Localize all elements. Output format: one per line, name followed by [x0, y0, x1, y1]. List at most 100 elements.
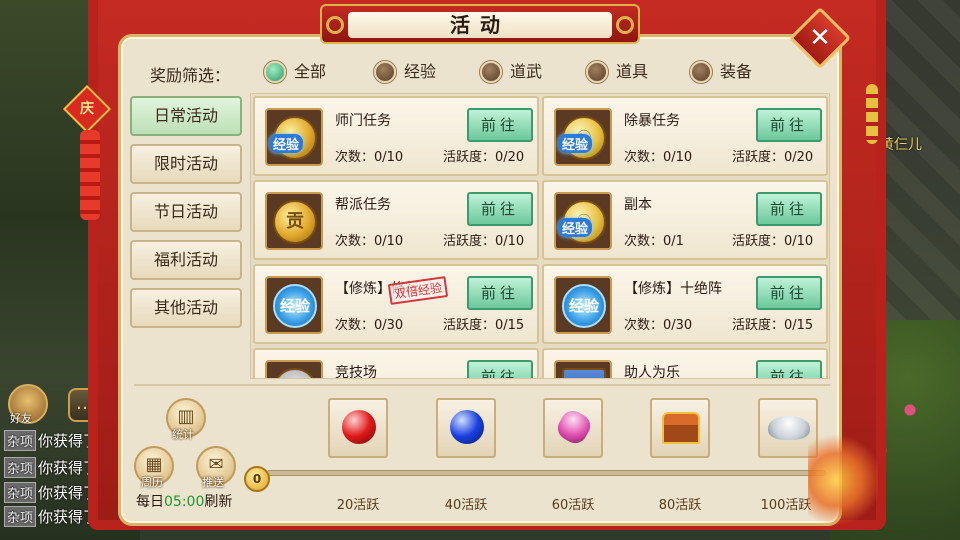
- npc-name[interactable]: 黄仨儿: [880, 134, 922, 154]
- activity-points: 活跃度：0/10: [443, 234, 525, 249]
- radio-label: 道武: [510, 62, 543, 81]
- chat-line: 杂项 你获得了: [4, 482, 98, 503]
- refresh-note: 每日05:00刷新: [136, 491, 232, 511]
- go-button[interactable]: 前往: [756, 276, 822, 310]
- title-plaque: 活动: [320, 4, 640, 44]
- activity-name: 【修炼】十绝阵: [624, 281, 722, 297]
- radio-dot-icon: [690, 61, 712, 83]
- activity-name: 师门任务: [335, 113, 391, 129]
- calendar-label: 周历: [141, 476, 163, 489]
- tab-daily[interactable]: 日常活动: [130, 96, 242, 136]
- ornament-text: 庆: [80, 101, 94, 117]
- cloud-ornament-icon: [326, 16, 344, 34]
- exp-badge: 经验: [558, 134, 593, 153]
- treasure-chest-icon: [662, 412, 700, 444]
- refresh-prefix: 每日: [136, 494, 164, 510]
- tab-limited[interactable]: 限时活动: [130, 144, 242, 184]
- activity-count: 次数：0/10: [624, 150, 693, 165]
- activity-card: ☯经验 除暴任务 前往 次数：0/10 活跃度：0/20: [542, 96, 828, 176]
- coin-string-icon: [866, 84, 878, 144]
- calendar-icon: ▦: [145, 454, 163, 475]
- activity-count: 次数：0/10: [335, 234, 404, 249]
- current-points-badge: 0: [244, 466, 270, 492]
- chat-line: 杂项 你获得了: [4, 430, 98, 451]
- activity-name: 帮派任务: [335, 197, 391, 213]
- filter-radio-all[interactable]: 全部: [264, 60, 326, 84]
- tab-festival[interactable]: 节日活动: [130, 192, 242, 232]
- bar-chart-icon: ▥: [177, 406, 195, 427]
- activity-points: 活跃度：0/15: [443, 318, 525, 333]
- activity-points: 活跃度：0/20: [443, 150, 525, 165]
- activity-points: 活跃度：0/15: [732, 318, 814, 333]
- radio-label: 道具: [616, 62, 649, 81]
- cloud-ornament-icon: [616, 16, 634, 34]
- tier-label: 60活跃: [551, 498, 595, 513]
- coin-face: [273, 368, 317, 378]
- close-icon: ✕: [809, 23, 831, 53]
- refresh-time: 05:00: [164, 494, 205, 510]
- chat-line: 杂项 你获得了: [4, 506, 98, 527]
- pink-crystal-icon: [553, 406, 595, 448]
- chat-tag: 杂项: [4, 430, 37, 451]
- envelope-icon: ✉: [208, 454, 224, 475]
- activity-count: 次数：0/1: [624, 234, 684, 249]
- go-button[interactable]: 前往: [467, 276, 533, 310]
- activity-name: 竞技场: [335, 365, 377, 379]
- stats-label: 统计: [172, 428, 194, 441]
- reward-box-80[interactable]: [650, 398, 710, 458]
- silver-ingot-icon: [768, 416, 810, 440]
- activity-count: 次数：0/30: [335, 318, 404, 333]
- radio-dot-icon: [264, 61, 286, 83]
- activity-points: 活跃度：0/10: [732, 234, 814, 249]
- coin-face: 经验: [273, 284, 317, 328]
- activity-name: 助人为乐: [624, 365, 680, 379]
- yinyang-coin-exp-icon: ☯经验: [554, 192, 612, 250]
- reward-box-60[interactable]: [543, 398, 603, 458]
- filter-radio-equipment[interactable]: 装备: [690, 60, 752, 84]
- radio-label: 全部: [294, 62, 327, 81]
- activity-card: 经验 师门任务 前往 次数：0/10 活跃度：0/20: [253, 96, 539, 176]
- go-button[interactable]: 前往: [756, 192, 822, 226]
- exp-badge: 经验: [269, 134, 304, 153]
- filter-radio-exp[interactable]: 经验: [374, 60, 436, 84]
- activity-card: 助人为乐 前往: [542, 348, 828, 379]
- exp-orb-icon: 经验: [265, 276, 323, 334]
- go-button[interactable]: 前往: [467, 360, 533, 378]
- tab-welfare[interactable]: 福利活动: [130, 240, 242, 280]
- chat-tag: 杂项: [4, 457, 37, 478]
- activity-card: ☯经验 副本 前往 次数：0/1 活跃度：0/10: [542, 180, 828, 260]
- go-button[interactable]: 前往: [756, 108, 822, 142]
- scroll-icon: [554, 360, 612, 378]
- blue-gem-icon: [450, 410, 484, 444]
- go-button[interactable]: 前往: [467, 192, 533, 226]
- go-button[interactable]: 前往: [467, 108, 533, 142]
- tab-other[interactable]: 其他活动: [130, 288, 242, 328]
- silver-disc-icon: [265, 360, 323, 378]
- chat-line: 杂项 你获得了: [4, 457, 98, 478]
- activity-progress-bar: [266, 470, 826, 476]
- coin-face: 贡: [273, 200, 317, 244]
- refresh-suffix: 刷新: [204, 494, 233, 510]
- friend-label: 好友: [10, 412, 32, 425]
- gong-coin-icon: 贡: [265, 192, 323, 250]
- tier-label: 40活跃: [444, 498, 488, 513]
- activity-card: 经验 【修炼】修行 双倍经验 前往 次数：0/30 活跃度：0/15: [253, 264, 539, 344]
- filter-radio-items[interactable]: 道具: [586, 60, 648, 84]
- radio-dot-icon: [480, 61, 502, 83]
- push-label: 推送: [202, 476, 224, 489]
- go-button[interactable]: 前往: [756, 360, 822, 378]
- filter-radio-daowu[interactable]: 道武: [480, 60, 542, 84]
- radio-label: 装备: [720, 62, 753, 81]
- activity-list[interactable]: 经验 师门任务 前往 次数：0/10 活跃度：0/20 ☯经验 除暴任务 前往 …: [250, 93, 830, 379]
- radio-dot-icon: [374, 61, 396, 83]
- reward-box-20[interactable]: [328, 398, 388, 458]
- activity-card: 竞技场 前往: [253, 348, 539, 379]
- yinyang-coin-exp-icon: ☯经验: [554, 108, 612, 166]
- activity-points: 活跃度：0/20: [732, 150, 814, 165]
- activity-name: 副本: [624, 197, 652, 213]
- reward-box-40[interactable]: [436, 398, 496, 458]
- gold-coin-exp-icon: 经验: [265, 108, 323, 166]
- exp-badge: 经验: [558, 218, 593, 237]
- tier-label: 80活跃: [658, 498, 702, 513]
- coin-face: 经验: [562, 284, 606, 328]
